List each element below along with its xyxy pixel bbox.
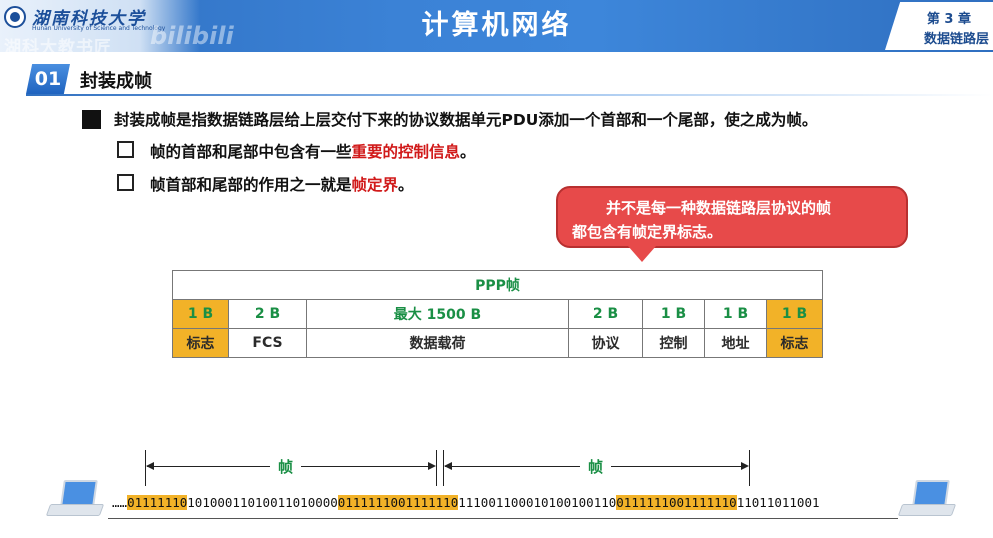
title-bar: 湖南科技大学 Hunan University of Science and T… <box>0 0 993 58</box>
arrow-left-icon <box>444 462 452 470</box>
fcs-field-cell: FCS <box>228 328 307 358</box>
flag-bits: 01111110 <box>398 495 459 510</box>
ppp-frame-header-row: PPP帧 <box>171 270 824 300</box>
callout-note: 并不是每一种数据链路层协议的帧 都包含有帧定界标志。 <box>556 186 908 248</box>
frame-boundary-tick <box>436 450 437 486</box>
flag-field-cell: 标志 <box>765 328 824 358</box>
ppp-frame-title: PPP帧 <box>171 270 824 300</box>
flag-bits: 01111110 <box>127 495 188 510</box>
flag-size-cell: 1 B <box>765 299 824 329</box>
callout-pointer <box>628 246 656 262</box>
arrow-right-icon <box>741 462 749 470</box>
flag-size-cell: 1 B <box>172 299 229 329</box>
payload-bits: 10100011010011010000 <box>187 495 338 510</box>
frame-boundary-tick <box>749 450 750 486</box>
ppp-field-row: 标志 FCS 数据载荷 协议 控制 地址 标志 <box>172 328 824 358</box>
frame-label-2: 帧 <box>580 456 612 477</box>
sub-bullet-2-highlight: 帧定界 <box>351 176 399 194</box>
sub-bullet-1: 帧的首部和尾部中包含有一些重要的控制信息。 <box>150 140 476 162</box>
main-bullet-text: 封装成帧是指数据链路层给上层交付下来的协议数据单元PDU添加一个首部和一个尾部，… <box>114 111 818 129</box>
arrow-left-icon <box>146 462 154 470</box>
callout-line-1: 并不是每一种数据链路层协议的帧 <box>606 199 832 217</box>
sub-bullet-2-text: 帧首部和尾部的作用之一就是 <box>150 176 352 194</box>
course-title: 计算机网络 <box>421 10 572 41</box>
ppp-size-row: 1 B 2 B 最大 1500 B 2 B 1 B 1 B 1 B <box>172 299 824 329</box>
sub-bullet-2: 帧首部和尾部的作用之一就是帧定界。 <box>150 173 414 195</box>
transmission-line <box>108 518 898 519</box>
sub-bullet-2-end: 。 <box>398 176 414 194</box>
payload-size-cell: 最大 1500 B <box>306 299 569 329</box>
payload-bits: 111001100010100100110 <box>458 495 617 510</box>
protocol-size-cell: 2 B <box>568 299 643 329</box>
bullet-square-icon <box>82 110 101 129</box>
section-title: 封装成帧 <box>80 71 152 92</box>
control-field-cell: 控制 <box>642 328 705 358</box>
protocol-field-cell: 协议 <box>568 328 643 358</box>
section-number: 01 <box>26 64 70 94</box>
flag-field-cell: 标志 <box>172 328 229 358</box>
sub-bullet-1-text: 帧的首部和尾部中包含有一些 <box>150 143 352 161</box>
laptop-icon <box>897 480 957 520</box>
flag-bits: 01111110 <box>676 495 737 510</box>
chapter-badge: 第 3 章 数据链路层 <box>885 2 993 50</box>
address-field-cell: 地址 <box>704 328 767 358</box>
chapter-number: 第 3 章 <box>926 12 971 27</box>
fcs-size-cell: 2 B <box>228 299 307 329</box>
flag-bits: 01111110 <box>616 495 677 510</box>
payload-bits: 11011011001 <box>736 495 820 510</box>
sub-bullet-1-end: 。 <box>460 143 476 161</box>
frame-label-1: 帧 <box>270 456 302 477</box>
checkbox-square-icon <box>117 174 134 191</box>
bitstream: ……01111110101000110100110100000111111001… <box>112 495 820 510</box>
flag-bits: 01111110 <box>337 495 399 510</box>
ppp-frame-table: PPP帧 1 B 2 B 最大 1500 B 2 B 1 B 1 B 1 B 标… <box>171 270 824 358</box>
chapter-name: 数据链路层 <box>923 32 989 47</box>
callout-line-2: 都包含有帧定界标志。 <box>572 223 723 241</box>
checkbox-square-icon <box>117 141 134 158</box>
arrow-right-icon <box>428 462 436 470</box>
laptop-icon <box>45 480 105 520</box>
section-divider <box>26 94 993 96</box>
sub-bullet-1-highlight: 重要的控制信息 <box>351 143 461 161</box>
control-size-cell: 1 B <box>642 299 705 329</box>
address-size-cell: 1 B <box>704 299 767 329</box>
payload-field-cell: 数据载荷 <box>306 328 569 358</box>
bitstream-ellipsis: …… <box>112 495 128 510</box>
